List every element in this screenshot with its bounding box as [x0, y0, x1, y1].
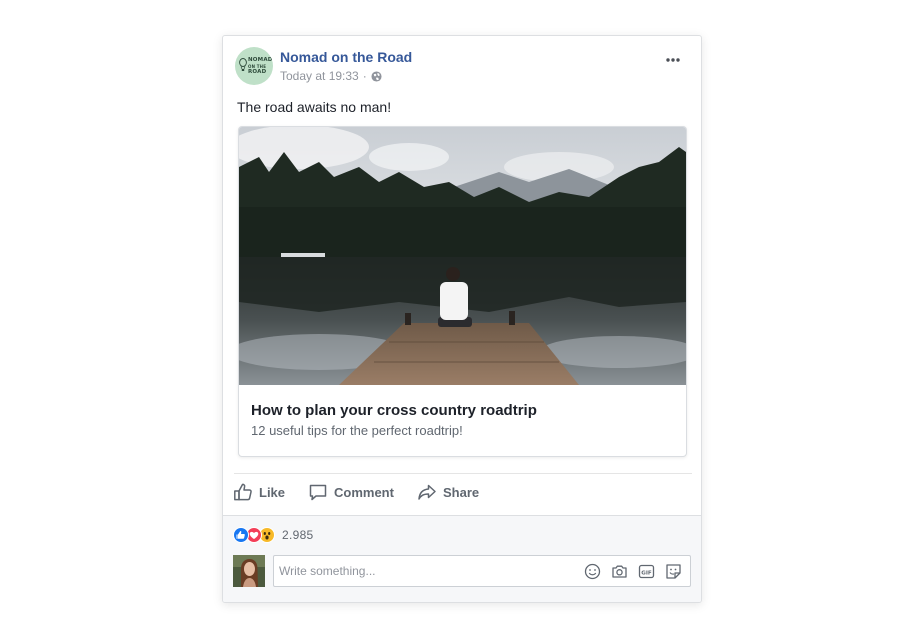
comment-button[interactable]: Comment: [308, 482, 394, 502]
emoji-icon[interactable]: [584, 563, 601, 580]
post-text: The road awaits no man!: [237, 99, 392, 115]
comment-box[interactable]: GIF: [273, 555, 691, 587]
like-label: Like: [259, 484, 286, 500]
reactions-summary[interactable]: 2.985: [233, 527, 314, 543]
gif-icon[interactable]: GIF: [638, 563, 655, 580]
more-options-icon[interactable]: [665, 57, 681, 63]
logo-line-1: NOMAD: [248, 57, 273, 63]
post-timestamp[interactable]: Today at 19:33: [280, 69, 359, 83]
user-avatar[interactable]: [233, 555, 265, 587]
comment-label: Comment: [334, 484, 394, 500]
camera-icon[interactable]: [611, 563, 628, 580]
logo-line-3: ROAD: [248, 69, 267, 75]
reaction-count[interactable]: 2.985: [282, 528, 314, 542]
link-subtitle: 12 useful tips for the perfect roadtrip!: [251, 423, 463, 438]
page-name-link[interactable]: Nomad on the Road: [280, 49, 412, 65]
share-label: Share: [443, 484, 480, 500]
sticker-icon[interactable]: [665, 563, 682, 580]
post-header: NOMAD ON THE ROAD Nomad on the Road Toda…: [235, 47, 691, 87]
share-button[interactable]: Share: [417, 482, 479, 502]
avatar-logo-text: NOMAD ON THE ROAD: [248, 57, 273, 76]
link-title[interactable]: How to plan your cross country roadtrip: [251, 402, 537, 419]
share-icon: [418, 484, 436, 500]
svg-text:GIF: GIF: [641, 570, 652, 576]
link-preview-card[interactable]: How to plan your cross country roadtrip …: [238, 126, 687, 457]
actions-divider: [234, 473, 692, 474]
balloon-icon: [239, 58, 247, 71]
post-meta: Today at 19:33 ·: [280, 69, 382, 83]
comment-icon: [309, 484, 327, 501]
post-actions: Like Comment Share: [233, 482, 693, 506]
like-button[interactable]: Like: [233, 482, 285, 502]
globe-icon[interactable]: [371, 70, 382, 82]
post-card: NOMAD ON THE ROAD Nomad on the Road Toda…: [222, 35, 702, 603]
like-reaction-icon: [233, 527, 249, 543]
meta-separator: ·: [362, 69, 367, 83]
link-preview-image[interactable]: [239, 127, 686, 385]
thumbs-up-icon: [234, 483, 252, 501]
page-avatar[interactable]: NOMAD ON THE ROAD: [235, 47, 273, 85]
comment-input[interactable]: [279, 562, 569, 580]
post-footer: 2.985 GIF: [223, 515, 701, 602]
